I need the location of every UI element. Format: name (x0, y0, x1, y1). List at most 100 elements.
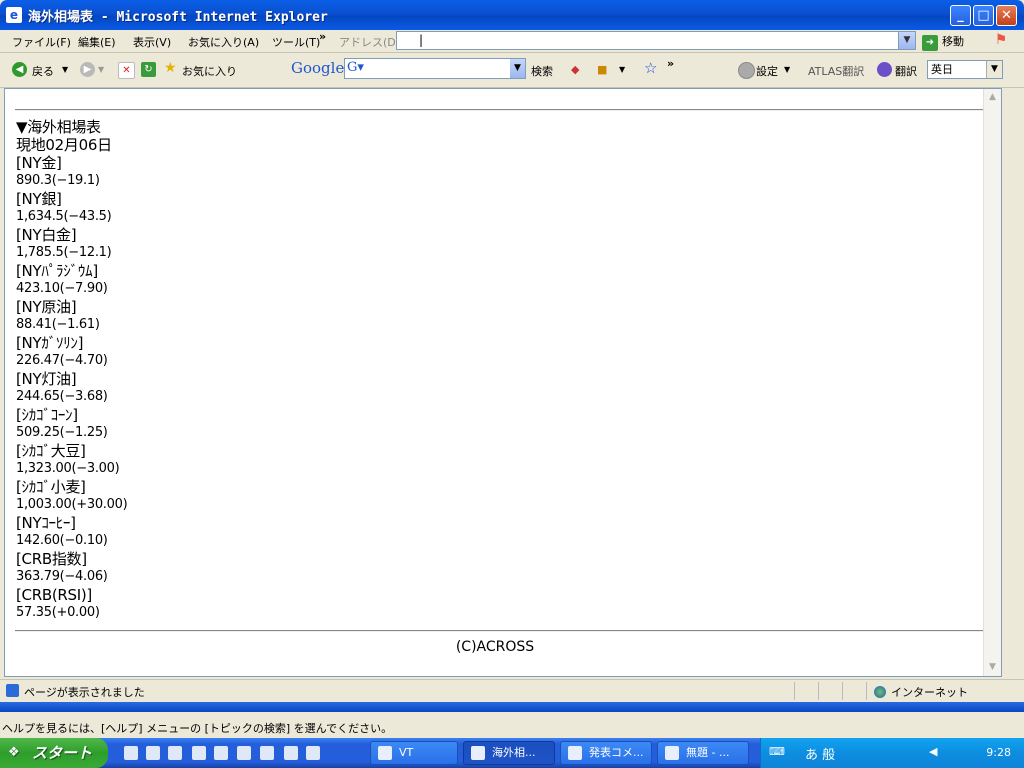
status-separator (842, 682, 843, 700)
stop-icon[interactable]: ✕ (118, 62, 135, 79)
address-input[interactable]: | ▼ (396, 31, 916, 50)
google-search-input[interactable]: G▾ ▼ (344, 58, 526, 79)
page-content: ▼海外相場表 現地02月06日 [NY金] 890.3(−19.1) [NY銀]… (4, 88, 1002, 677)
scroll-up-icon[interactable]: ▲ (985, 90, 1000, 105)
menu-tools[interactable]: ツール(T) (272, 34, 320, 50)
settings-button[interactable]: 設定 (756, 63, 778, 79)
menu-more-chevron[interactable]: » (319, 30, 326, 43)
forward-arrow-icon[interactable]: ▶ (80, 62, 95, 77)
favorites-button[interactable]: お気に入り (182, 63, 237, 79)
settings-icon[interactable] (738, 62, 755, 79)
quote-value: 363.79(−4.06) (16, 569, 108, 584)
task-label: 発表コメ... (589, 746, 644, 759)
quote-name: [NY銀] (16, 190, 62, 208)
notepad-app-icon (665, 746, 679, 760)
window-frame (0, 702, 1024, 712)
quote-name: [CRB(RSI)] (16, 586, 92, 604)
go-label: 移動 (942, 35, 964, 48)
start-button[interactable]: ❖ スタート (0, 738, 108, 768)
quote-value: 1,003.00(+30.00) (16, 497, 128, 512)
security-zone[interactable]: インターネット (874, 684, 968, 700)
quote-value: 142.60(−0.10) (16, 533, 108, 548)
bottom-divider (15, 630, 991, 632)
taskbar-item-ie[interactable]: 海外相... (463, 741, 555, 765)
popup-blocker-icon[interactable]: ■ (597, 63, 607, 76)
favorites-star-icon[interactable]: ★ (164, 60, 177, 76)
menu-file[interactable]: ファイル(F) (12, 34, 71, 50)
settings-dropdown-icon[interactable]: ▼ (784, 65, 790, 74)
quote-value: 1,634.5(−43.5) (16, 209, 112, 224)
google-dropdown-icon[interactable]: ▼ (510, 59, 525, 78)
status-text: ページが表示されました (24, 686, 145, 699)
quote-name: [CRB指数] (16, 550, 87, 568)
quote-value: 226.47(−4.70) (16, 353, 108, 368)
back-button[interactable]: 戻る (32, 63, 54, 79)
zone-label: インターネット (891, 686, 968, 699)
ime-mode[interactable]: あ 般 (805, 744, 835, 763)
menu-favorites[interactable]: お気に入り(A) (188, 34, 259, 50)
popup-dropdown-icon[interactable]: ▼ (619, 65, 625, 74)
menu-view[interactable]: 表示(V) (133, 34, 171, 50)
taskbar-item-notepad[interactable]: 無題 - ... (657, 741, 749, 765)
quicklaunch-icon[interactable] (237, 746, 251, 760)
language-dropdown-icon[interactable]: ▼ (986, 61, 1002, 78)
quicklaunch-icon[interactable] (124, 746, 138, 760)
address-dropdown-icon[interactable]: ▼ (898, 32, 915, 49)
pagerank-icon[interactable]: ◆ (571, 63, 579, 76)
task-label: 海外相... (492, 746, 536, 759)
address-label: アドレス(D) (339, 36, 401, 49)
ie-app-icon[interactable]: e (6, 7, 22, 23)
quote-name: [ｼｶｺﾞｺｰﾝ] (16, 406, 78, 424)
quicklaunch-icon[interactable] (168, 746, 182, 760)
maximize-button[interactable]: □ (973, 5, 994, 26)
menu-edit[interactable]: 編集(E) (78, 34, 116, 50)
copyright: (C)ACROSS (455, 639, 535, 655)
scroll-down-icon[interactable]: ▼ (985, 660, 1000, 675)
task-label: VT (399, 746, 414, 759)
go-arrow-icon: ➜ (922, 35, 938, 51)
quicklaunch-icon[interactable] (306, 746, 320, 760)
quote-name: [NYｺｰﾋｰ] (16, 514, 76, 532)
quicklaunch-ie-icon[interactable] (146, 746, 160, 760)
minimize-button[interactable]: _ (950, 5, 971, 26)
quote-name: [ｼｶｺﾞ大豆] (16, 442, 86, 460)
quote-value: 1,785.5(−12.1) (16, 245, 112, 260)
keyboard-icon[interactable]: ⌨ (769, 745, 785, 758)
translate-button[interactable]: 翻訳 (895, 63, 917, 79)
quicklaunch-icon[interactable] (214, 746, 228, 760)
toolbar-more-chevron[interactable]: » (667, 57, 674, 70)
globe-icon (874, 686, 886, 698)
refresh-icon[interactable]: ↻ (141, 62, 156, 77)
quote-name: [NY白金] (16, 226, 77, 244)
ie-window: e 海外相場表 - Microsoft Internet Explorer _ … (0, 0, 1024, 712)
back-dropdown-icon[interactable]: ▼ (62, 65, 68, 74)
quicklaunch-icon[interactable] (284, 746, 298, 760)
task-label: 無題 - ... (686, 746, 730, 759)
taskbar: ❖ スタート VT 海外相... 発表コメ... 無題 - ... ⌨ あ 般 ◀… (0, 738, 1024, 768)
quote-date: 現地02月06日 (16, 136, 112, 154)
search-button[interactable]: 検索 (531, 63, 553, 79)
close-button[interactable]: ✕ (996, 5, 1017, 26)
windows-logo-icon: ⚑ (994, 32, 1008, 48)
taskbar-item-vt[interactable]: VT (370, 741, 458, 765)
language-select[interactable]: 英日 ▼ (927, 60, 1003, 79)
tray-expand-icon[interactable]: ◀ (929, 745, 937, 758)
quicklaunch-icon[interactable] (192, 746, 206, 760)
quote-value: 244.65(−3.68) (16, 389, 108, 404)
system-tray: ⌨ あ 般 ◀ 9:28 (760, 738, 1024, 768)
title-bar[interactable]: e 海外相場表 - Microsoft Internet Explorer _ … (0, 0, 1024, 30)
quote-name: [ｼｶｺﾞ小麦] (16, 478, 86, 496)
clock[interactable]: 9:28 (986, 746, 1011, 759)
atlas-button[interactable]: ATLAS翻訳 (808, 63, 864, 79)
forward-dropdown-icon[interactable]: ▼ (98, 65, 104, 74)
quote-value: 1,323.00(−3.00) (16, 461, 120, 476)
vertical-scrollbar[interactable]: ▲ ▼ (983, 89, 1001, 676)
back-arrow-icon[interactable]: ◀ (12, 62, 27, 77)
quicklaunch-icon[interactable] (260, 746, 274, 760)
bookmark-star-icon[interactable]: ☆ (644, 59, 657, 77)
status-separator (866, 682, 867, 700)
quote-list: ▼海外相場表 現地02月06日 [NY金] 890.3(−19.1) [NY銀]… (16, 118, 616, 622)
translate-icon[interactable] (877, 62, 892, 77)
go-button[interactable]: ➜ 移動 (922, 33, 964, 51)
taskbar-item-word[interactable]: 発表コメ... (560, 741, 652, 765)
